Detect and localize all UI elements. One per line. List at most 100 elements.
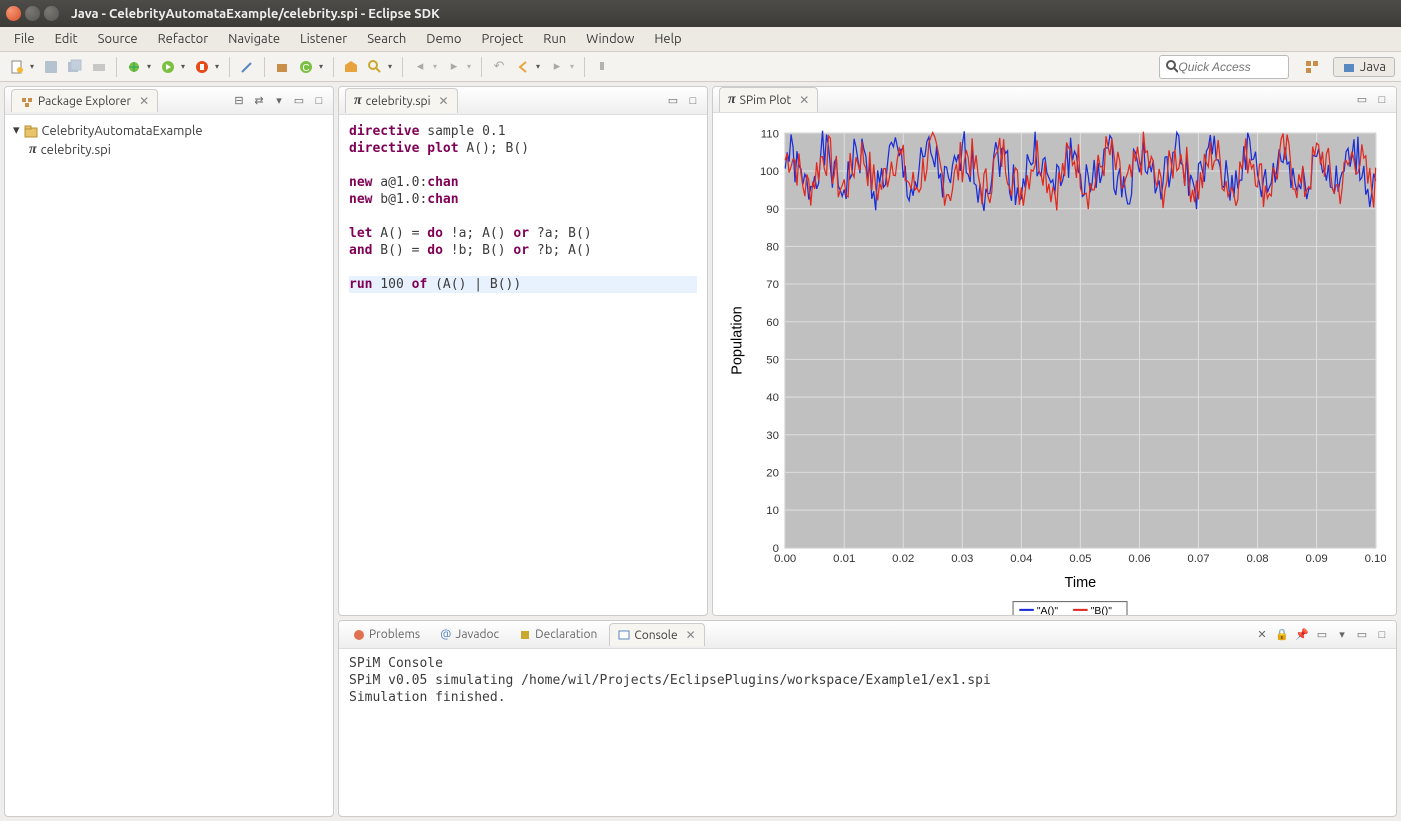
- run-dropdown[interactable]: ▾: [181, 62, 189, 71]
- collapse-all-icon[interactable]: ⊟: [231, 93, 247, 109]
- link-editor-icon[interactable]: ⇄: [251, 93, 267, 109]
- new-dropdown[interactable]: ▾: [30, 62, 38, 71]
- minimize-icon[interactable]: ▭: [291, 93, 307, 109]
- debug-button[interactable]: [123, 56, 145, 78]
- pin-console-icon[interactable]: 📌: [1294, 627, 1310, 643]
- menu-window[interactable]: Window: [576, 28, 644, 50]
- declaration-icon: [519, 629, 531, 641]
- svg-text:100: 100: [760, 166, 779, 178]
- tab-declaration[interactable]: Declaration: [511, 624, 605, 645]
- editor-tab[interactable]: π celebrity.spi ✕: [345, 88, 458, 113]
- file-label: celebrity.spi: [41, 143, 111, 157]
- menu-help[interactable]: Help: [644, 28, 691, 50]
- tab-console[interactable]: Console ✕: [609, 623, 704, 646]
- open-console-icon[interactable]: ▾: [1334, 627, 1350, 643]
- back-button[interactable]: [512, 56, 534, 78]
- new-package-button[interactable]: [271, 56, 293, 78]
- minimize-icon[interactable]: ▭: [1354, 92, 1370, 108]
- svg-text:0.01: 0.01: [833, 553, 855, 565]
- close-button[interactable]: [6, 6, 21, 21]
- x-axis-label: Time: [1065, 575, 1097, 591]
- menu-refactor[interactable]: Refactor: [148, 28, 219, 50]
- search-button[interactable]: [364, 56, 386, 78]
- toolbar: ▾ ▾ ▾ ▾ C ▾ ▾ ◂ ▾ ▸ ▾ ↶ ▾ ▸ ▾ Java: [0, 52, 1401, 82]
- ext-tools-dropdown[interactable]: ▾: [215, 62, 223, 71]
- svg-text:70: 70: [766, 279, 779, 291]
- editor-body[interactable]: directive sample 0.1 directive plot A();…: [339, 115, 707, 615]
- svg-text:40: 40: [766, 392, 779, 404]
- last-edit-button[interactable]: ↶: [488, 56, 510, 78]
- package-explorer-panel: Package Explorer ✕ ⊟ ⇄ ▾ ▭ □ ▾ Celebrity…: [4, 86, 334, 817]
- tree-file-row[interactable]: π celebrity.spi: [9, 140, 329, 160]
- tab-problems[interactable]: Problems: [345, 624, 428, 645]
- maximize-icon[interactable]: □: [1374, 627, 1390, 643]
- pi-icon: π: [29, 142, 37, 158]
- menu-edit[interactable]: Edit: [45, 28, 88, 50]
- print-button[interactable]: [88, 56, 110, 78]
- pin-button[interactable]: [591, 56, 613, 78]
- back-dropdown[interactable]: ▾: [536, 62, 544, 71]
- plot-body: 0102030405060708090100110 0.000.010.020.…: [713, 113, 1396, 616]
- console-line: SPiM Console: [349, 655, 1386, 672]
- display-console-icon[interactable]: ▭: [1314, 627, 1330, 643]
- menu-listener[interactable]: Listener: [290, 28, 357, 50]
- svg-text:0.06: 0.06: [1128, 553, 1150, 565]
- menu-search[interactable]: Search: [357, 28, 416, 50]
- close-tab-icon[interactable]: ✕: [139, 94, 149, 108]
- forward-button[interactable]: ▸: [546, 56, 568, 78]
- tab-javadoc[interactable]: @ Javadoc: [432, 624, 507, 645]
- package-explorer-tab[interactable]: Package Explorer ✕: [11, 89, 158, 112]
- plot-chart: 0102030405060708090100110 0.000.010.020.…: [723, 123, 1386, 616]
- maximize-icon[interactable]: □: [685, 93, 701, 109]
- open-perspective-button[interactable]: [1301, 56, 1323, 78]
- open-type-button[interactable]: [340, 56, 362, 78]
- close-tab-icon[interactable]: ✕: [799, 93, 809, 107]
- save-button[interactable]: [40, 56, 62, 78]
- save-all-button[interactable]: [64, 56, 86, 78]
- plot-tab[interactable]: π SPim Plot ✕: [719, 87, 818, 112]
- svg-text:0.10: 0.10: [1365, 553, 1386, 565]
- scroll-lock-icon[interactable]: 🔒: [1274, 627, 1290, 643]
- run-button[interactable]: [157, 56, 179, 78]
- close-tab-icon[interactable]: ✕: [439, 94, 449, 108]
- window-buttons: [6, 6, 59, 21]
- wand-icon[interactable]: [236, 56, 258, 78]
- svg-text:30: 30: [766, 430, 779, 442]
- menu-file[interactable]: File: [4, 28, 45, 50]
- maximize-icon[interactable]: □: [311, 93, 327, 109]
- clear-console-icon[interactable]: ✕: [1254, 627, 1270, 643]
- console-body[interactable]: SPiM Console SPiM v0.05 simulating /home…: [339, 649, 1396, 816]
- expand-icon[interactable]: ▾: [13, 123, 20, 138]
- quick-access[interactable]: [1159, 55, 1289, 79]
- new-class-button[interactable]: C: [295, 56, 317, 78]
- package-icon: [20, 94, 34, 108]
- maximize-icon[interactable]: □: [1374, 92, 1390, 108]
- perspective-label: Java: [1360, 60, 1386, 74]
- new-class-dropdown[interactable]: ▾: [319, 62, 327, 71]
- menu-run[interactable]: Run: [533, 28, 576, 50]
- ext-tools-button[interactable]: [191, 56, 213, 78]
- menu-demo[interactable]: Demo: [416, 28, 471, 50]
- view-menu-icon[interactable]: ▾: [271, 93, 287, 109]
- search-dropdown[interactable]: ▾: [388, 62, 396, 71]
- menu-project[interactable]: Project: [471, 28, 533, 50]
- minimize-button[interactable]: [25, 6, 40, 21]
- close-tab-icon[interactable]: ✕: [686, 628, 696, 642]
- debug-dropdown[interactable]: ▾: [147, 62, 155, 71]
- maximize-button[interactable]: [44, 6, 59, 21]
- tree-project-row[interactable]: ▾ CelebrityAutomataExample: [9, 121, 329, 140]
- search-icon: [1166, 60, 1179, 74]
- svg-text:0.00: 0.00: [774, 553, 796, 565]
- next-annotation-button[interactable]: ▸: [443, 56, 465, 78]
- menu-source[interactable]: Source: [88, 28, 148, 50]
- menu-navigate[interactable]: Navigate: [218, 28, 290, 50]
- svg-text:80: 80: [766, 242, 779, 254]
- minimize-icon[interactable]: ▭: [665, 93, 681, 109]
- svg-text:0.09: 0.09: [1306, 553, 1328, 565]
- prev-annotation-button[interactable]: ◂: [409, 56, 431, 78]
- quick-access-input[interactable]: [1178, 60, 1282, 74]
- new-button[interactable]: [6, 56, 28, 78]
- perspective-java[interactable]: Java: [1333, 57, 1395, 77]
- minimize-icon[interactable]: ▭: [1354, 627, 1370, 643]
- console-line: SPiM v0.05 simulating /home/wil/Projects…: [349, 672, 1386, 689]
